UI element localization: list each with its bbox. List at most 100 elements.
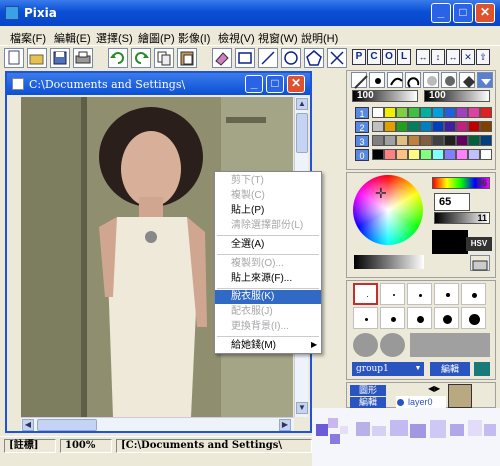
child-maximize-button[interactable]: □: [266, 75, 284, 93]
brush-edit-button[interactable]: 編輯: [430, 362, 470, 376]
brush-size-option[interactable]: [407, 307, 432, 329]
brush-size-option[interactable]: [407, 283, 432, 305]
palette-swatch[interactable]: [408, 121, 420, 132]
horizontal-scroll-thumb[interactable]: [37, 419, 97, 431]
palette-swatch[interactable]: [444, 107, 456, 118]
open-file-icon[interactable]: [27, 48, 47, 68]
brush-size-option[interactable]: [434, 283, 459, 305]
smudge-tool-icon[interactable]: [441, 72, 457, 88]
move-horizontal-icon[interactable]: ↔: [416, 49, 430, 65]
current-color-swatch[interactable]: [432, 230, 468, 254]
palette-swatch[interactable]: [480, 107, 492, 118]
brush-size-option[interactable]: [380, 307, 405, 329]
maximize-button[interactable]: □: [453, 3, 473, 23]
eraser-icon[interactable]: [212, 48, 232, 68]
palette-swatch[interactable]: [480, 149, 492, 160]
pencil-tool-icon[interactable]: [351, 72, 368, 89]
rectangle-tool-icon[interactable]: [235, 48, 255, 68]
brush-size-option[interactable]: [353, 307, 378, 329]
brush-group-dropdown-icon[interactable]: ▼: [412, 362, 424, 376]
soft-brush-option[interactable]: [353, 333, 378, 357]
close-button[interactable]: ✕: [475, 3, 495, 23]
scroll-left-icon[interactable]: ◀: [22, 419, 34, 431]
collapse-icon[interactable]: ⇧: [476, 49, 490, 65]
palette-swatch[interactable]: [420, 107, 432, 118]
fill-tool-icon[interactable]: [459, 72, 475, 88]
palette-swatch[interactable]: [396, 107, 408, 118]
paste-icon[interactable]: [177, 48, 197, 68]
curve-tool-icon[interactable]: [405, 72, 421, 88]
palette-swatch[interactable]: [468, 135, 480, 146]
menu-view[interactable]: 檢視(V): [218, 30, 255, 46]
palette-swatch[interactable]: [420, 135, 432, 146]
hsv-mode-button[interactable]: HSV: [466, 237, 492, 251]
child-close-button[interactable]: ✕: [287, 75, 305, 93]
scroll-down-icon[interactable]: ▼: [296, 402, 308, 414]
brush-size-option[interactable]: [434, 307, 459, 329]
layer-edit-button[interactable]: 編輯: [350, 397, 386, 408]
opacity-counter[interactable]: 100: [352, 90, 418, 102]
menu-item-paste-from[interactable]: 貼上來源(F)...: [215, 272, 321, 286]
palette-swatch[interactable]: [384, 149, 396, 160]
soft-brush-option[interactable]: [380, 333, 405, 357]
close-panels-icon[interactable]: ✕: [461, 49, 475, 65]
brush-size-option[interactable]: [461, 307, 486, 329]
menu-help[interactable]: 說明(H): [301, 30, 338, 46]
palette-swatch[interactable]: [468, 107, 480, 118]
palette-swatch[interactable]: [456, 121, 468, 132]
menu-file[interactable]: 檔案(F): [10, 30, 46, 46]
palette-swatch[interactable]: [384, 135, 396, 146]
ellipse-tool-icon[interactable]: [281, 48, 301, 68]
gray-gradient-bar[interactable]: [354, 255, 424, 269]
copy-icon[interactable]: [154, 48, 174, 68]
palette-swatch[interactable]: [384, 107, 396, 118]
dropdown-arrow-icon[interactable]: [477, 72, 493, 88]
color-wheel[interactable]: [353, 175, 423, 245]
redo-icon[interactable]: [131, 48, 151, 68]
menu-draw[interactable]: 繪圖(P): [138, 30, 175, 46]
palette-row-button[interactable]: 1: [355, 107, 369, 119]
brush-size-option[interactable]: [353, 283, 378, 305]
palette-swatch[interactable]: [468, 149, 480, 160]
color-picker-icon[interactable]: [470, 255, 490, 271]
scroll-right-icon[interactable]: ▶: [279, 419, 291, 431]
palette-swatch[interactable]: [408, 107, 420, 118]
palette-row-button[interactable]: 0: [355, 149, 369, 161]
palette-swatch[interactable]: [408, 135, 420, 146]
palette-swatch[interactable]: [456, 135, 468, 146]
palette-swatch[interactable]: [372, 121, 384, 132]
palette-swatch[interactable]: [396, 121, 408, 132]
layer-order-icon[interactable]: ◀▶: [428, 384, 440, 393]
menu-select[interactable]: 選擇(S): [96, 30, 133, 46]
layer-thumbnail[interactable]: [448, 384, 472, 408]
palette-swatch[interactable]: [432, 121, 444, 132]
c-panel-button[interactable]: C: [367, 49, 381, 65]
palette-swatch[interactable]: [456, 107, 468, 118]
brush-settings-icon[interactable]: [474, 362, 490, 376]
p-panel-button[interactable]: P: [352, 49, 366, 65]
value-bar[interactable]: 11: [434, 212, 490, 224]
undo-icon[interactable]: [108, 48, 128, 68]
resize-icon[interactable]: ↔: [446, 49, 460, 65]
density-counter[interactable]: 100: [424, 90, 490, 102]
print-icon[interactable]: [73, 48, 93, 68]
menu-item-give-money[interactable]: 給她錢(M): [215, 339, 321, 353]
airbrush-tool-icon[interactable]: [423, 72, 439, 88]
palette-row-button[interactable]: 3: [355, 135, 369, 147]
menu-item-select-all[interactable]: 全選(A): [215, 238, 321, 252]
palette-swatch[interactable]: [480, 135, 492, 146]
l-panel-button[interactable]: L: [397, 49, 411, 65]
palette-swatch[interactable]: [396, 149, 408, 160]
menu-item-paste[interactable]: 貼上(P): [215, 204, 321, 218]
line-tool-icon[interactable]: [258, 48, 278, 68]
scroll-up-icon[interactable]: ▲: [296, 98, 308, 110]
palette-swatch[interactable]: [432, 149, 444, 160]
hue-bar[interactable]: 96: [432, 177, 490, 189]
clear-tool-icon[interactable]: [327, 48, 347, 68]
palette-row-button[interactable]: 2: [355, 121, 369, 133]
brush-size-option[interactable]: [461, 283, 486, 305]
palette-swatch[interactable]: [372, 135, 384, 146]
brush-size-option[interactable]: [380, 283, 405, 305]
vertical-scroll-thumb[interactable]: [296, 113, 308, 153]
palette-swatch[interactable]: [420, 149, 432, 160]
